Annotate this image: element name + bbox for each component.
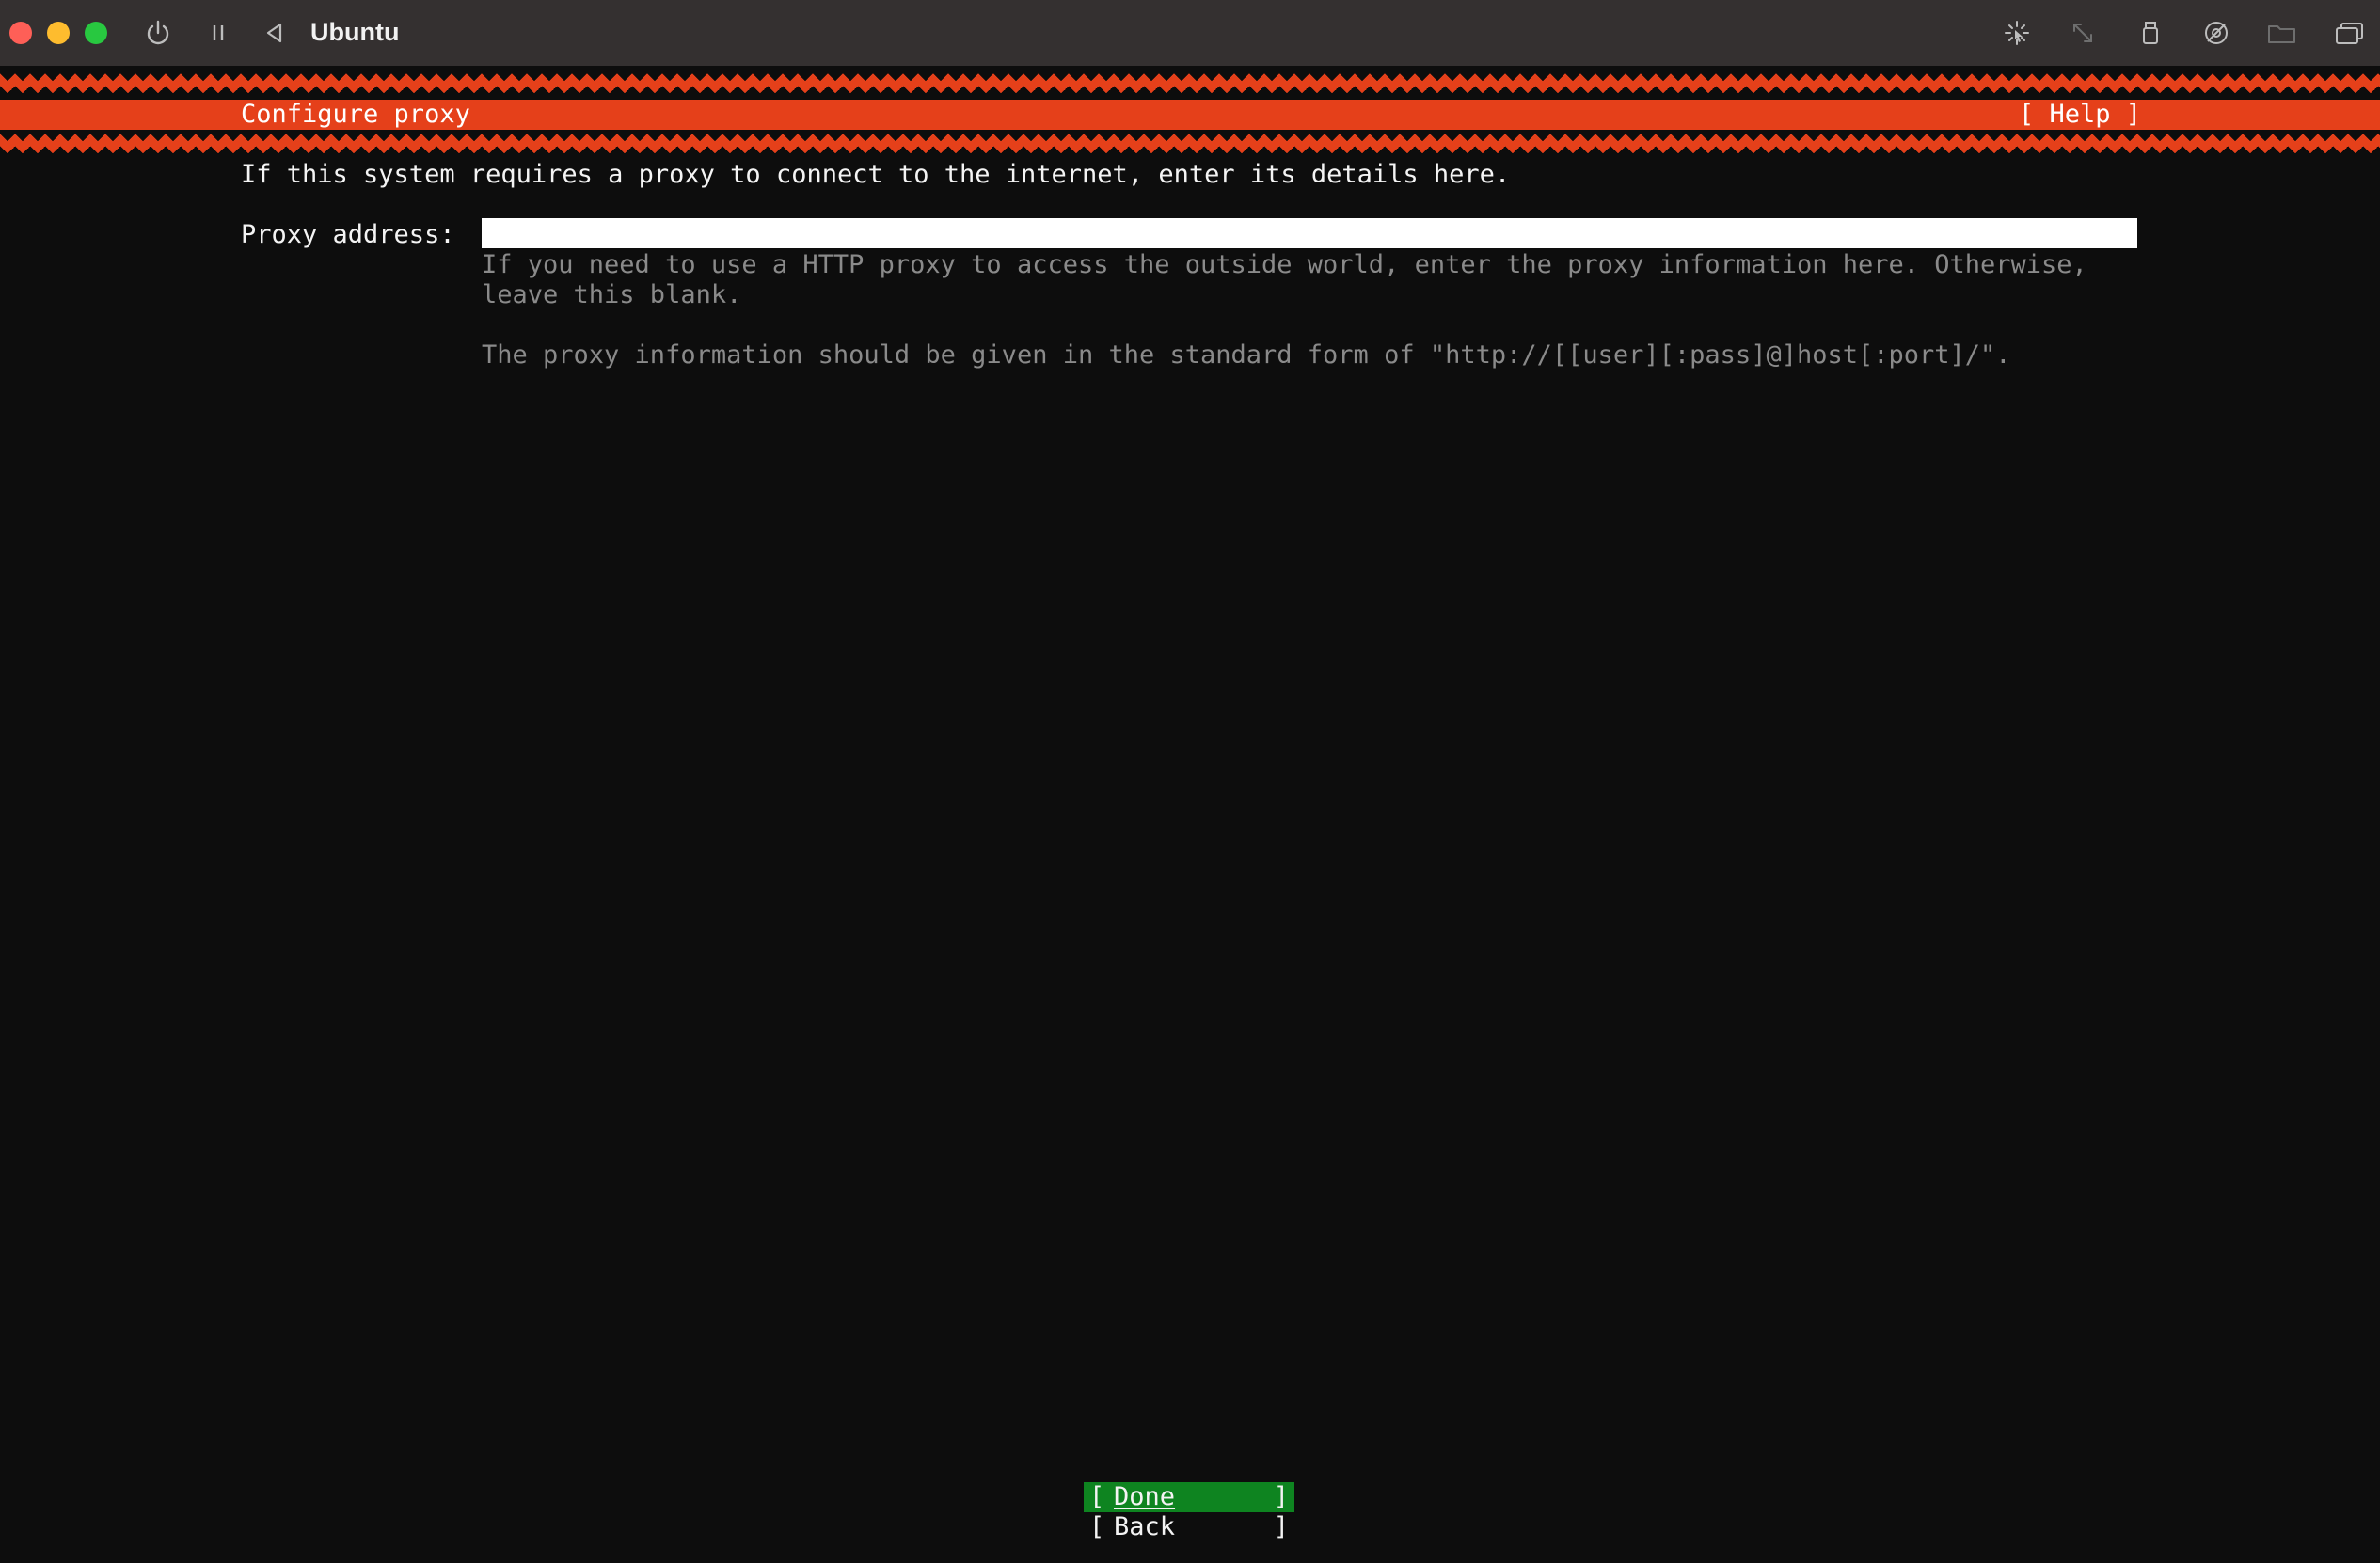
done-button-label: Done [1114,1482,1176,1511]
proxy-help-line-2: leave this blank. [482,280,742,309]
back-button-left-bracket: [ [1089,1512,1105,1541]
power-icon[interactable] [139,14,177,52]
back-button[interactable]: [ Back ] [1084,1512,1294,1542]
audio-icon[interactable] [2198,14,2235,52]
shared-folder-icon[interactable] [2263,14,2301,52]
installer-header: Configure proxy [ Help ] [0,100,2380,130]
back-button-right-bracket: ] [1273,1512,1289,1541]
display-icon[interactable] [2331,14,2369,52]
usb-icon[interactable] [2132,14,2169,52]
maximize-window-button[interactable] [85,22,107,44]
installer-screen: Configure proxy [ Help ] If this system … [0,66,2380,1563]
proxy-help-text: If you need to use a HTTP proxy to acces… [482,250,2087,310]
intro-text: If this system requires a proxy to conne… [241,160,1511,189]
proxy-address-input[interactable] [482,218,2137,248]
window-titlebar: Ubuntu [0,0,2380,66]
cursor-capture-icon[interactable] [1998,14,2036,52]
header-decoration-top [0,71,2380,96]
done-button-right-bracket: ] [1273,1482,1289,1511]
header-decoration-bottom [0,132,2380,156]
proxy-help-line-1: If you need to use a HTTP proxy to acces… [482,250,2087,279]
window-title: Ubuntu [310,18,400,46]
close-window-button[interactable] [9,22,32,44]
back-button-label: Back [1114,1512,1176,1541]
pause-icon[interactable] [199,14,237,52]
proxy-address-label: Proxy address: [241,220,455,249]
done-button-left-bracket: [ [1089,1482,1105,1511]
page-title: Configure proxy [241,100,470,129]
help-button[interactable]: [ Help ] [2019,100,2141,130]
proxy-format-help-text: The proxy information should be given in… [482,340,2011,370]
done-button[interactable]: [ Done ] [1084,1482,1294,1512]
resize-icon[interactable] [2064,14,2102,52]
back-icon[interactable] [256,14,294,52]
minimize-window-button[interactable] [47,22,70,44]
